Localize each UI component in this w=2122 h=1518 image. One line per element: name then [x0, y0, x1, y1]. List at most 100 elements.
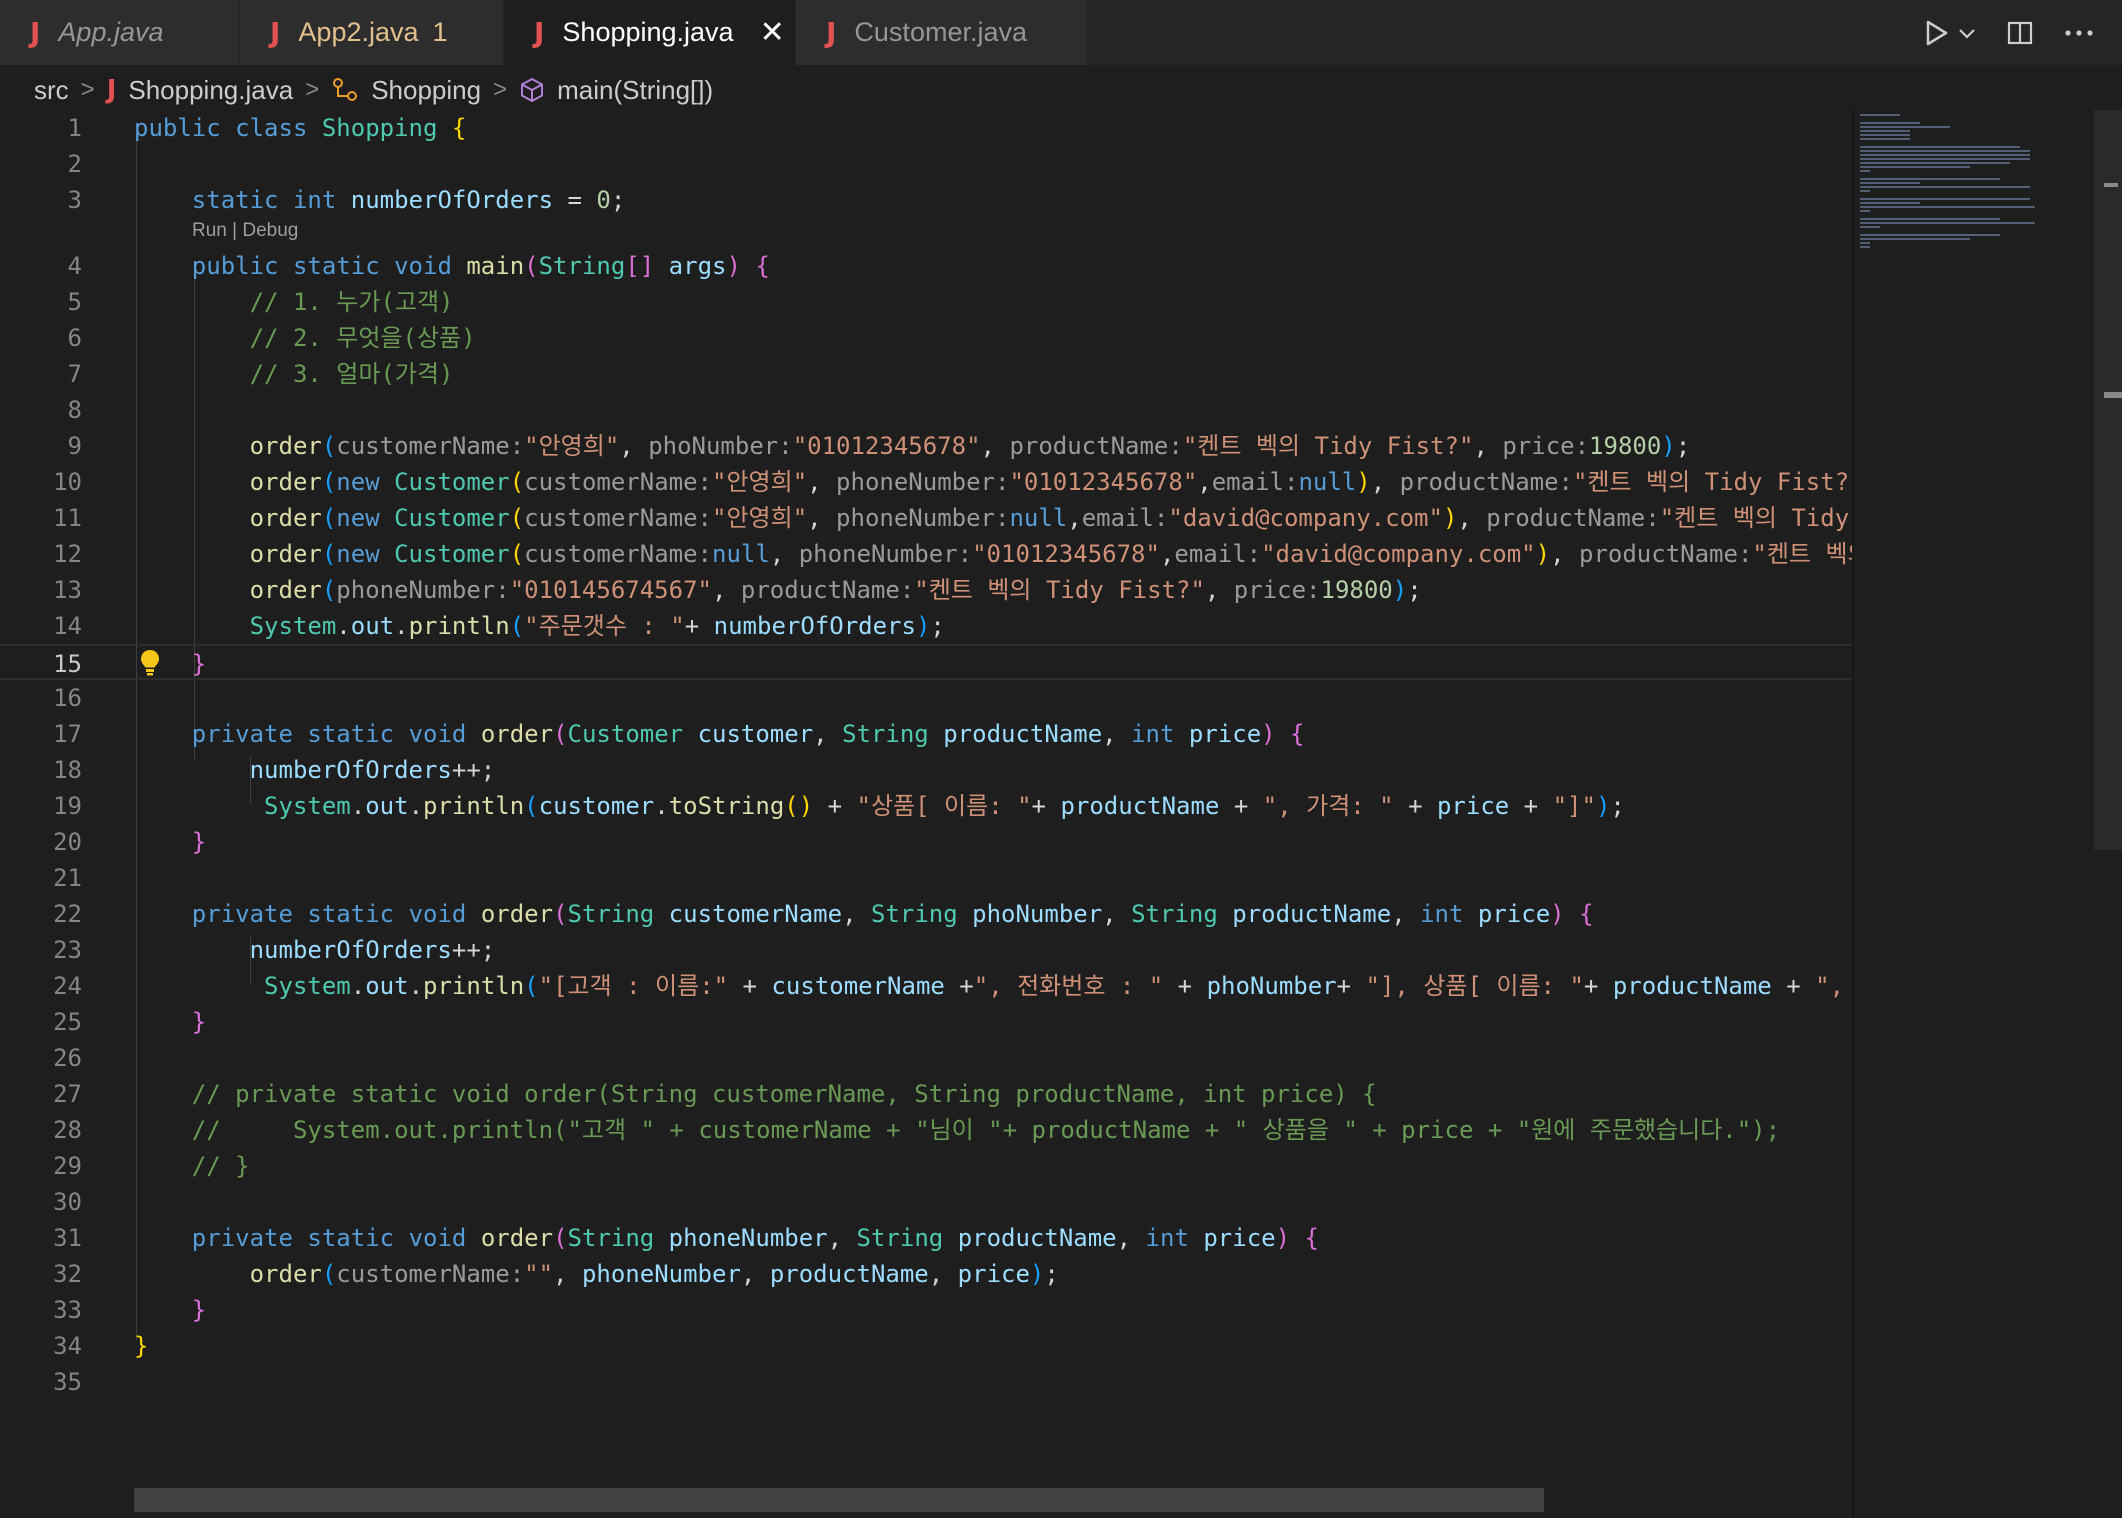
horizontal-scrollbar[interactable] — [134, 1488, 1544, 1512]
code-token: ( — [524, 972, 539, 1000]
close-icon[interactable]: ✕ — [760, 15, 785, 50]
code-line[interactable]: 7 // 3. 얼마(가격) — [0, 356, 1852, 392]
chevron-right-icon: > — [80, 76, 95, 103]
line-code: System.out.println("주문갯수 : "+ numberOfOr… — [134, 608, 945, 644]
code-line[interactable]: 10 order(new Customer(customerName:"안영희"… — [0, 464, 1852, 500]
code-token: ; — [1407, 576, 1422, 604]
more-actions-button[interactable] — [2064, 28, 2094, 38]
code-line[interactable]: 3 static int numberOfOrders = 0; — [0, 182, 1852, 218]
code-line[interactable]: 12 order(new Customer(customerName:null,… — [0, 536, 1852, 572]
code-line[interactable]: 28 // System.out.println("고객 " + custome… — [0, 1112, 1852, 1148]
code-token: numberOfOrders — [249, 936, 452, 964]
code-line[interactable]: 33 } — [0, 1292, 1852, 1328]
code-token: ) — [1356, 468, 1371, 496]
code-line[interactable]: 6 // 2. 무엇을(상품) — [0, 320, 1852, 356]
split-editor-button[interactable] — [2006, 19, 2034, 47]
tab-shopping-java[interactable]: J Shopping.java ✕ — [504, 0, 796, 65]
code-token: ) — [1392, 576, 1408, 604]
code-token: String — [538, 252, 626, 280]
code-line[interactable]: 17 private static void order(Customer cu… — [0, 716, 1852, 752]
code-line[interactable]: 18 numberOfOrders++; — [0, 752, 1852, 788]
code-line[interactable]: 27 // private static void order(String c… — [0, 1076, 1852, 1112]
code-token: "켄트 벡의 Tidy — [1659, 504, 1850, 532]
code-line[interactable]: 16 — [0, 680, 1852, 716]
code-line[interactable]: 21 — [0, 860, 1852, 896]
code-line[interactable]: 13 order(phoneNumber:"010145674567", pro… — [0, 572, 1852, 608]
code-editor[interactable]: Run | Debug 1 public class Shopping { 2 3 s… — [0, 110, 1852, 1485]
code-line[interactable]: 11 order(new Customer(customerName:"안영희"… — [0, 500, 1852, 536]
code-line[interactable]: 9 order(customerName:"안영희", phoNumber:"0… — [0, 428, 1852, 464]
code-token: static — [191, 186, 279, 214]
vertical-scrollbar[interactable] — [2094, 110, 2122, 850]
code-token: phoneNumber — [668, 1224, 828, 1252]
breadcrumb-class[interactable]: Shopping — [371, 75, 481, 106]
code-token: // System.out.println("고객 " + customerNa… — [134, 1116, 1781, 1144]
code-line[interactable]: 31 private static void order(String phon… — [0, 1220, 1852, 1256]
breadcrumb-method[interactable]: main(String[]) — [557, 75, 713, 106]
minimap-line — [1860, 154, 2030, 156]
code-token: Shopping — [321, 114, 438, 142]
code-token: . — [408, 792, 424, 820]
line-code: public static void main(String[] args) { — [134, 248, 770, 284]
line-number: 2 — [67, 150, 82, 178]
tab-app-java[interactable]: J App.java — [0, 0, 240, 65]
code-token: out — [350, 612, 395, 640]
code-token: + — [1583, 972, 1613, 1000]
code-token: void — [394, 252, 452, 280]
code-line[interactable]: 5 // 1. 누가(고객) — [0, 284, 1852, 320]
code-token: + — [1219, 792, 1263, 820]
code-line[interactable]: 15 } — [0, 644, 1852, 680]
code-token: class — [235, 114, 308, 142]
codelens-run-debug[interactable]: Run | Debug — [192, 220, 298, 242]
tab-customer-java[interactable]: J Customer.java — [796, 0, 1088, 65]
code-line[interactable]: 24 System.out.println("[고객 : 이름:" + cust… — [0, 968, 1852, 1004]
run-button[interactable] — [1924, 19, 1976, 47]
code-token: productName — [769, 1260, 929, 1288]
code-line[interactable]: 26 — [0, 1040, 1852, 1076]
code-token: order — [249, 1260, 322, 1288]
code-token: private — [191, 900, 293, 928]
code-line[interactable]: 29 // } — [0, 1148, 1852, 1184]
code-line[interactable]: 22 private static void order(String cust… — [0, 896, 1852, 932]
line-number: 17 — [53, 720, 82, 748]
code-line[interactable]: 30 — [0, 1184, 1852, 1220]
code-token: price: — [1233, 576, 1321, 604]
code-line[interactable]: 14 System.out.println("주문갯수 : "+ numberO… — [0, 608, 1852, 644]
tab-app2-java[interactable]: J App2.java 1 — [240, 0, 504, 65]
line-code: // private static void order(String cust… — [134, 1076, 1377, 1112]
chevron-down-icon[interactable] — [1958, 26, 1976, 40]
code-token: ) — [1535, 540, 1551, 568]
code-line[interactable]: 23 numberOfOrders++; — [0, 932, 1852, 968]
code-token: System — [264, 972, 351, 1000]
breadcrumb-file[interactable]: Shopping.java — [128, 75, 293, 106]
minimap[interactable] — [1852, 110, 2094, 1518]
line-code: order(phoneNumber:"010145674567", produc… — [134, 572, 1422, 608]
code-line[interactable]: 2 — [0, 146, 1852, 182]
code-token: } — [191, 828, 207, 856]
code-line[interactable]: 1 public class Shopping { — [0, 110, 1852, 146]
code-line[interactable]: 35 — [0, 1364, 1852, 1400]
code-line[interactable]: 20 } — [0, 824, 1852, 860]
code-line[interactable]: 4 public static void main(String[] args)… — [0, 248, 1852, 284]
line-number: 8 — [67, 396, 82, 424]
code-token: 19800 — [1320, 576, 1393, 604]
code-token: , — [842, 900, 871, 928]
code-line[interactable]: 8 — [0, 392, 1852, 428]
minimap-line — [1860, 242, 1870, 244]
code-token: , — [1391, 900, 1421, 928]
code-line[interactable]: 32 order(customerName:"", phoneNumber, p… — [0, 1256, 1852, 1292]
code-line[interactable]: 19 System.out.println(customer.toString(… — [0, 788, 1852, 824]
code-line[interactable]: 25 } — [0, 1004, 1852, 1040]
minimap-line — [1860, 226, 1880, 228]
code-token: = — [553, 186, 597, 214]
minimap-line — [1860, 138, 1910, 140]
code-line[interactable]: 34} — [0, 1328, 1852, 1364]
breadcrumb-folder[interactable]: src — [34, 75, 69, 106]
